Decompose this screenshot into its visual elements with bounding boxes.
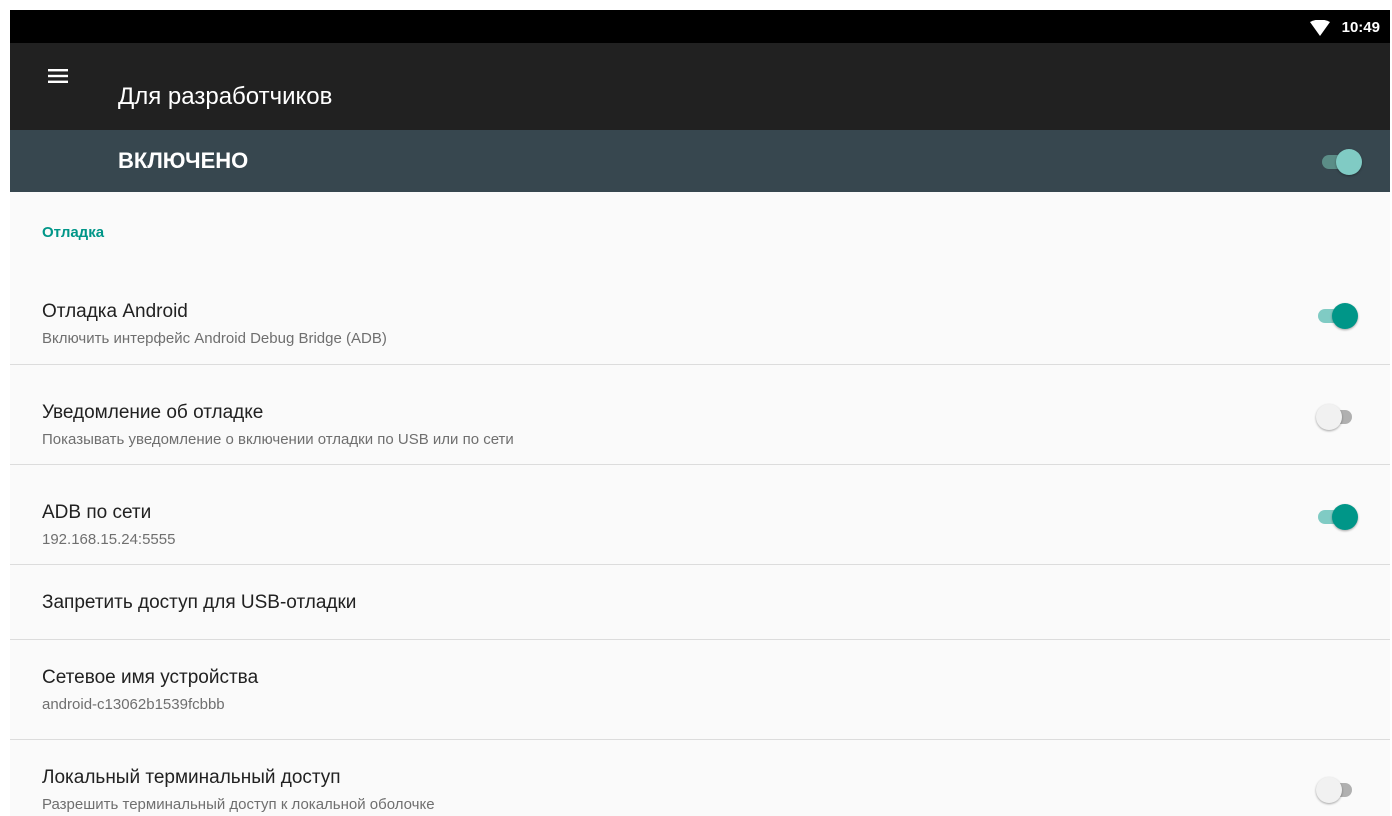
setting-subtitle: Разрешить терминальный доступ к локально… bbox=[42, 796, 435, 813]
master-switch-toggle[interactable] bbox=[1320, 147, 1362, 175]
switch-thumb bbox=[1332, 504, 1358, 530]
switch-thumb bbox=[1336, 149, 1362, 175]
setting-android-debugging[interactable]: Отладка Android Включить интерфейс Andro… bbox=[10, 264, 1390, 365]
setting-title: Локальный терминальный доступ bbox=[42, 767, 341, 788]
setting-title: Отладка Android bbox=[42, 301, 188, 322]
page-title: Для разработчиков bbox=[118, 83, 333, 110]
status-bar: 10:49 bbox=[10, 10, 1390, 43]
settings-screen: 10:49 Для разработчиков ВКЛЮЧЕНО Отладка… bbox=[10, 10, 1390, 816]
setting-subtitle: android-c13062b1539fcbbb bbox=[42, 696, 225, 713]
setting-subtitle: Включить интерфейс Android Debug Bridge … bbox=[42, 330, 387, 347]
app-toolbar: Для разработчиков bbox=[10, 43, 1390, 130]
setting-debug-notification[interactable]: Уведомление об отладке Показывать уведом… bbox=[10, 365, 1390, 465]
section-header-debugging: Отладка bbox=[42, 224, 105, 241]
debug-notification-switch[interactable] bbox=[1316, 402, 1358, 430]
switch-thumb bbox=[1316, 777, 1342, 803]
setting-title: Уведомление об отладке bbox=[42, 402, 264, 423]
master-switch-bar[interactable]: ВКЛЮЧЕНО bbox=[10, 130, 1390, 192]
setting-revoke-usb-debugging[interactable]: Запретить доступ для USB-отладки bbox=[10, 565, 1390, 640]
setting-local-terminal[interactable]: Локальный терминальный доступ Разрешить … bbox=[10, 740, 1390, 816]
master-switch-label: ВКЛЮЧЕНО bbox=[118, 148, 249, 173]
switch-thumb bbox=[1316, 404, 1342, 430]
setting-subtitle: Показывать уведомление о включении отлад… bbox=[42, 431, 514, 448]
local-terminal-switch[interactable] bbox=[1316, 775, 1358, 803]
adb-over-network-switch[interactable] bbox=[1316, 502, 1358, 530]
status-time: 10:49 bbox=[1341, 19, 1380, 36]
android-debugging-switch[interactable] bbox=[1316, 301, 1358, 329]
switch-thumb bbox=[1332, 303, 1358, 329]
setting-title: Сетевое имя устройства bbox=[42, 667, 259, 688]
setting-title: Запретить доступ для USB-отладки bbox=[42, 592, 357, 613]
setting-adb-over-network[interactable]: ADB по сети 192.168.15.24:5555 bbox=[10, 465, 1390, 565]
setting-title: ADB по сети bbox=[42, 502, 152, 523]
setting-subtitle: 192.168.15.24:5555 bbox=[42, 531, 176, 548]
menu-icon bbox=[48, 69, 68, 88]
wifi-icon bbox=[1310, 19, 1330, 41]
setting-device-hostname[interactable]: Сетевое имя устройства android-c13062b15… bbox=[10, 640, 1390, 740]
menu-button[interactable] bbox=[38, 63, 78, 103]
